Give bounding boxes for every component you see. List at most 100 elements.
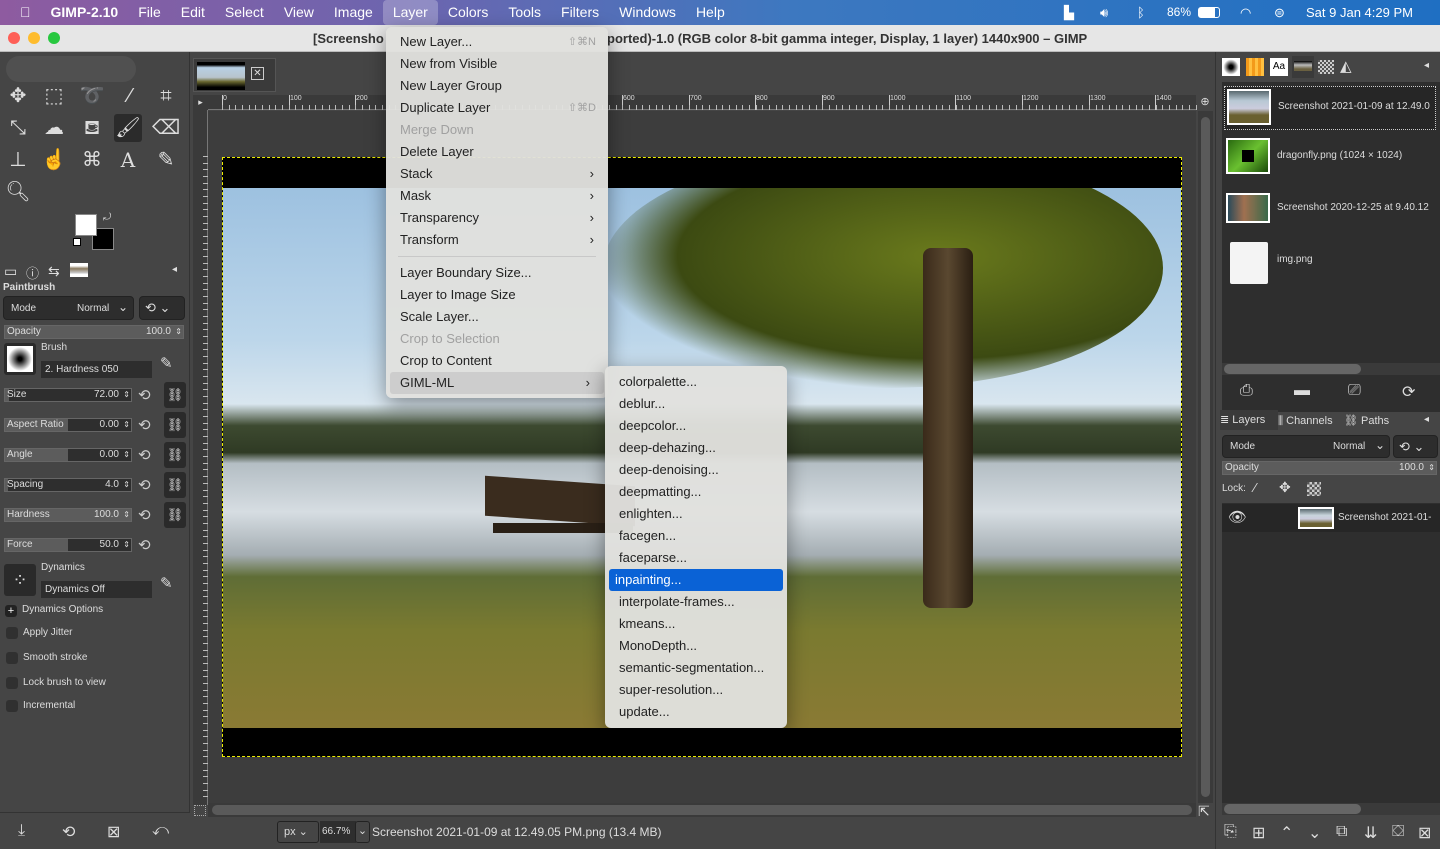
paths-tool-icon[interactable]: ⌘: [78, 146, 106, 174]
link-size-icon[interactable]: ⛓: [164, 382, 186, 408]
image-item[interactable]: Screenshot 2020-12-25 at 9.40.12: [1224, 188, 1436, 232]
paintbrush-tool-icon[interactable]: 🖌︎: [114, 114, 142, 142]
apple-icon[interactable]: : [0, 0, 41, 25]
dynamics-options-expander[interactable]: Dynamics Options: [22, 604, 103, 615]
tab-channels[interactable]: ⫼ Channels: [1278, 411, 1333, 431]
battery-icon[interactable]: [1198, 7, 1220, 18]
tool-options-tab-icon[interactable]: ▭: [4, 263, 17, 280]
edit-brush-icon[interactable]: ✎: [160, 354, 173, 372]
reset-spacing-icon[interactable]: ⟲: [138, 476, 151, 494]
menu-item-deepcolor[interactable]: deepcolor...: [605, 415, 787, 437]
aspect-ratio-slider[interactable]: Aspect Ratio 0.00 ⇕: [4, 418, 132, 432]
image-item[interactable]: dragonfly.png (1024 × 1024): [1224, 136, 1436, 180]
zoom-window-button[interactable]: [48, 32, 60, 44]
menu-item-transform[interactable]: Transform ›: [386, 229, 608, 251]
unit-select[interactable]: px ⌄: [277, 821, 319, 843]
menu-item-duplicate-layer[interactable]: Duplicate Layer ⇧⌘D: [386, 97, 608, 119]
menu-edit[interactable]: Edit: [171, 0, 215, 25]
opacity-slider[interactable]: Opacity 100.0 ⇕: [4, 325, 184, 339]
layer-mode-select[interactable]: Mode Normal ⌄: [1222, 435, 1390, 458]
dock-menu-icon[interactable]: ◂: [172, 264, 177, 275]
new-layer-icon[interactable]: ⎘: [1224, 823, 1237, 841]
size-slider[interactable]: Size 72.00 ⇕: [4, 388, 132, 402]
horizontal-scrollbar[interactable]: [208, 803, 1196, 817]
layers-hscrollbar[interactable]: [1222, 803, 1440, 815]
zoom-dropdown-icon[interactable]: ⌄: [355, 821, 370, 843]
minimize-window-button[interactable]: [28, 32, 40, 44]
reset-size-icon[interactable]: ⟲: [138, 386, 151, 404]
clock[interactable]: Sat 9 Jan 4:29 PM: [1306, 0, 1413, 25]
menu-item-enlighten[interactable]: enlighten...: [605, 503, 787, 525]
horizontal-ruler[interactable]: 0 100 200 600 700 800 900 1000 1100 1200 1300 1400: [208, 95, 1197, 110]
color-picker-tool-icon[interactable]: ✎: [152, 146, 180, 174]
menu-item-deblur[interactable]: deblur...: [605, 393, 787, 415]
expand-icon[interactable]: +: [5, 605, 17, 617]
volume-icon[interactable]: 🔊︎: [1100, 0, 1108, 25]
device-status-tab-icon[interactable]: ⓘ: [26, 263, 39, 282]
close-window-button[interactable]: [8, 32, 20, 44]
menu-item-faceparse[interactable]: faceparse...: [605, 547, 787, 569]
lasso-tool-icon[interactable]: ➰: [78, 82, 106, 110]
link-angle-icon[interactable]: ⛓: [164, 442, 186, 468]
lock-alpha-icon[interactable]: [1307, 482, 1321, 496]
menu-item-super-resolution[interactable]: super-resolution...: [605, 679, 787, 701]
reset-force-icon[interactable]: ⟲: [138, 536, 151, 554]
delete-options-icon[interactable]: ⊠: [107, 822, 120, 842]
angle-slider[interactable]: Angle 0.00 ⇕: [4, 448, 132, 462]
force-slider[interactable]: Force 50.0 ⇕: [4, 538, 132, 552]
menu-item-monodepth[interactable]: MonoDepth...: [605, 635, 787, 657]
link-aspect-icon[interactable]: ⛓: [164, 412, 186, 438]
images-tab-icon[interactable]: [70, 263, 88, 277]
reset-hardness-icon[interactable]: ⟲: [138, 506, 151, 524]
dynamics-preview-icon[interactable]: ⁘: [4, 564, 36, 596]
lock-brush-checkbox[interactable]: [6, 677, 18, 689]
raise-display-icon[interactable]: ⎙: [1240, 382, 1253, 400]
menu-item-crop-to-content[interactable]: Crop to Content: [386, 350, 608, 372]
lock-position-icon[interactable]: ✥: [1279, 479, 1291, 496]
zoom-image-icon[interactable]: ⊕: [1197, 95, 1213, 110]
crop-tool-icon[interactable]: ⌗: [152, 82, 180, 110]
fuzzy-select-tool-icon[interactable]: ⁄: [116, 82, 144, 110]
reset-options-icon[interactable]: ⤺: [152, 822, 169, 840]
reset-layer-mode-button[interactable]: ⟲ ⌄: [1393, 435, 1438, 458]
raise-layer-icon[interactable]: ⌃: [1280, 823, 1293, 843]
lock-pixels-icon[interactable]: ⁄: [1254, 480, 1256, 495]
hardness-slider[interactable]: Hardness 100.0 ⇕: [4, 508, 132, 522]
reset-aspect-icon[interactable]: ⟲: [138, 416, 151, 434]
menu-help[interactable]: Help: [686, 0, 735, 25]
link-spacing-icon[interactable]: ⛓: [164, 472, 186, 498]
menu-item-new-layer[interactable]: New Layer... ⇧⌘N: [386, 31, 608, 53]
gradients-tab-icon[interactable]: [1246, 58, 1264, 76]
menu-select[interactable]: Select: [215, 0, 274, 25]
brush-name[interactable]: 2. Hardness 050: [41, 361, 152, 378]
images-tab-icon[interactable]: [1292, 56, 1314, 78]
menu-tools[interactable]: Tools: [498, 0, 551, 25]
smudge-tool-icon[interactable]: ☝: [40, 146, 68, 174]
default-colors-icon[interactable]: [73, 238, 81, 246]
image-tab[interactable]: ✕: [193, 58, 276, 92]
tab-layers[interactable]: ≣ Layers: [1220, 410, 1278, 430]
bucket-fill-tool-icon[interactable]: ⛾: [78, 114, 106, 142]
fonts-tab-icon[interactable]: Aa: [1270, 58, 1288, 76]
menu-image[interactable]: Image: [324, 0, 383, 25]
menu-item-semantic-segmentation[interactable]: semantic-segmentation...: [605, 657, 787, 679]
save-options-icon[interactable]: ⤓: [18, 822, 25, 840]
images-hscrollbar[interactable]: [1222, 363, 1440, 375]
window-layout-icon[interactable]: ▙: [1064, 0, 1074, 25]
menu-item-mask[interactable]: Mask ›: [386, 185, 608, 207]
close-tab-icon[interactable]: ✕: [251, 67, 264, 80]
image-menu-button[interactable]: ▸: [193, 95, 208, 110]
menu-item-facegen[interactable]: facegen...: [605, 525, 787, 547]
link-hardness-icon[interactable]: ⛓: [164, 502, 186, 528]
menu-item-interpolate-frames[interactable]: interpolate-frames...: [605, 591, 787, 613]
reset-mode-button[interactable]: ⟲ ⌄: [139, 296, 185, 320]
quick-mask-toggle[interactable]: [194, 805, 206, 816]
vertical-ruler[interactable]: [193, 110, 208, 805]
dynamics-name[interactable]: Dynamics Off: [41, 581, 152, 598]
menu-item-update[interactable]: update...: [605, 701, 787, 723]
dock-menu-icon[interactable]: ◂: [1424, 414, 1429, 425]
layer-row[interactable]: 👁︎ Screenshot 2021-01-: [1222, 504, 1440, 532]
delete-layer-icon[interactable]: ⊠: [1418, 823, 1431, 843]
image-item[interactable]: img.png: [1224, 240, 1436, 284]
dock-menu-icon[interactable]: ◂: [1424, 60, 1429, 71]
